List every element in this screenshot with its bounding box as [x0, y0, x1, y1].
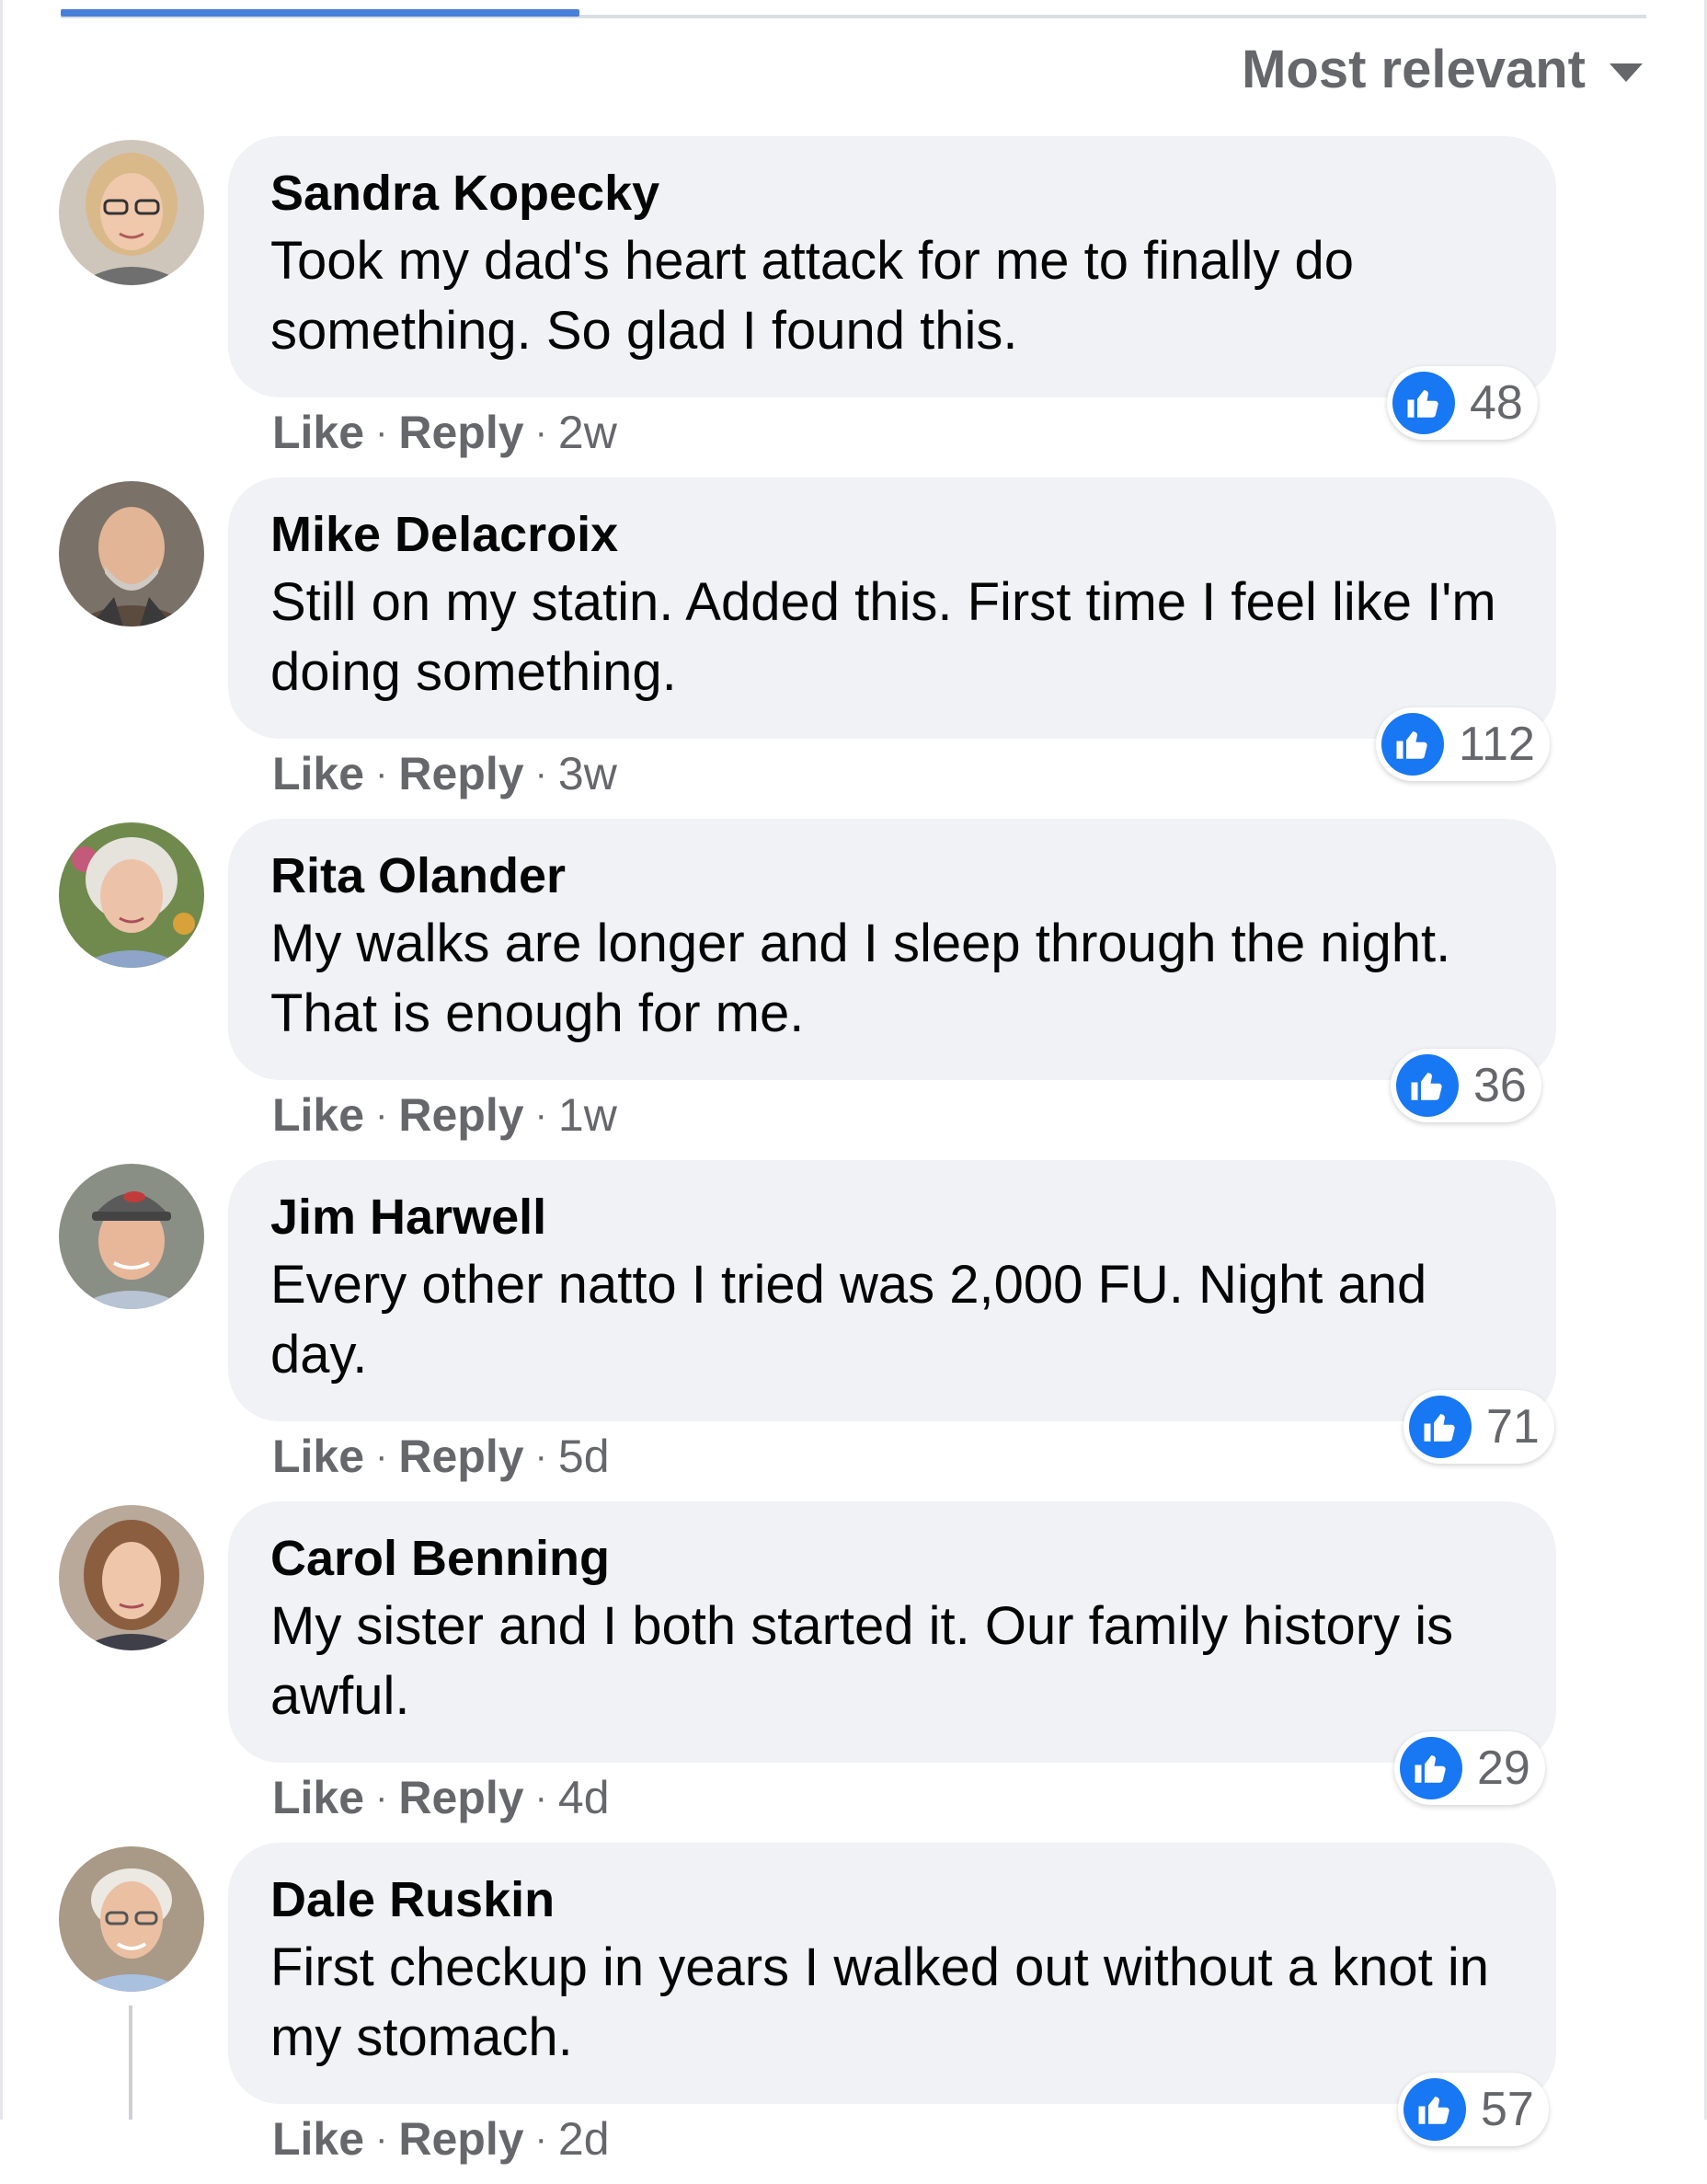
thumbs-up-icon: [1400, 1737, 1462, 1799]
reaction-count: 48: [1470, 376, 1523, 430]
separator-dot: ·: [375, 1436, 388, 1477]
comment-timestamp[interactable]: 3w: [558, 746, 617, 801]
comment-text: Still on my statin. Added this. First ti…: [270, 572, 1496, 702]
reaction-count-pill[interactable]: 36: [1391, 1049, 1541, 1122]
like-link[interactable]: Like: [272, 1770, 364, 1825]
comment-actions: Like · Reply · 5d: [272, 1429, 610, 1484]
comment-actions: Like · Reply · 1w: [272, 1087, 617, 1143]
avatar[interactable]: [59, 1846, 204, 1992]
separator-dot: ·: [534, 412, 547, 453]
reaction-count: 36: [1473, 1059, 1527, 1112]
reaction-count-pill[interactable]: 57: [1398, 2073, 1549, 2146]
reply-link[interactable]: Reply: [398, 405, 523, 460]
comment-list: Sandra Kopecky Took my dad's heart attac…: [0, 136, 1707, 2184]
sort-dropdown[interactable]: Most relevant: [1242, 37, 1643, 101]
comment-bubble: Jim Harwell Every other natto I tried wa…: [228, 1160, 1556, 1421]
reply-link[interactable]: Reply: [398, 2111, 523, 2167]
avatar[interactable]: [59, 140, 204, 285]
reply-link[interactable]: Reply: [398, 1087, 523, 1143]
comment-timestamp[interactable]: 2d: [558, 2111, 610, 2167]
comment-actions: Like · Reply · 2w: [272, 405, 617, 460]
avatar[interactable]: [59, 481, 204, 626]
comment-timestamp[interactable]: 4d: [558, 1770, 610, 1825]
reaction-count: 29: [1477, 1741, 1530, 1795]
separator-dot: ·: [534, 1777, 547, 1818]
comment-bubble: Rita Olander My walks are longer and I s…: [228, 819, 1556, 1080]
reply-thread-line: [129, 2006, 132, 2120]
chevron-down-icon: [1610, 63, 1643, 82]
comment-actions: Like · Reply · 4d: [272, 1770, 610, 1825]
comment-item: Mike Delacroix Still on my statin. Added…: [0, 477, 1707, 819]
avatar[interactable]: [59, 1164, 204, 1309]
thumbs-up-icon: [1381, 713, 1444, 776]
thumbs-up-icon: [1396, 1054, 1459, 1117]
separator-dot: ·: [375, 412, 388, 453]
like-link[interactable]: Like: [272, 746, 364, 801]
like-link[interactable]: Like: [272, 405, 364, 460]
comment-bubble: Dale Ruskin First checkup in years I wal…: [228, 1843, 1556, 2104]
comment-text: First checkup in years I walked out with…: [270, 1937, 1489, 2067]
comment-author[interactable]: Sandra Kopecky: [270, 164, 659, 223]
comment-actions: Like · Reply · 3w: [272, 746, 617, 801]
separator-dot: ·: [375, 1777, 388, 1818]
comment-timestamp[interactable]: 1w: [558, 1087, 617, 1143]
separator-dot: ·: [534, 2119, 547, 2159]
comment-timestamp[interactable]: 5d: [558, 1429, 610, 1484]
separator-dot: ·: [534, 1436, 547, 1477]
comment-timestamp[interactable]: 2w: [558, 405, 617, 460]
comment-item: Dale Ruskin First checkup in years I wal…: [0, 1843, 1707, 2184]
reaction-count-pill[interactable]: 29: [1394, 1731, 1545, 1805]
comment-author[interactable]: Dale Ruskin: [270, 1870, 555, 1929]
reaction-count: 112: [1459, 718, 1535, 771]
comment-author[interactable]: Mike Delacroix: [270, 505, 618, 564]
thumbs-up-icon: [1403, 2078, 1466, 2141]
avatar[interactable]: [59, 822, 204, 968]
comment-author[interactable]: Jim Harwell: [270, 1188, 546, 1247]
comment-item: Sandra Kopecky Took my dad's heart attac…: [0, 136, 1707, 477]
sort-label: Most relevant: [1242, 39, 1586, 99]
separator-dot: ·: [375, 1095, 388, 1135]
separator-dot: ·: [534, 753, 547, 794]
separator-dot: ·: [534, 1095, 547, 1135]
reaction-count-pill[interactable]: 112: [1376, 707, 1550, 781]
thumbs-up-icon: [1392, 372, 1455, 434]
reaction-count: 57: [1481, 2083, 1534, 2136]
comment-text: Every other natto I tried was 2,000 FU. …: [270, 1255, 1427, 1385]
reply-link[interactable]: Reply: [398, 746, 523, 801]
reaction-count-pill[interactable]: 48: [1387, 366, 1538, 440]
comment-item: Carol Benning My sister and I both start…: [0, 1501, 1707, 1843]
comment-text: Took my dad's heart attack for me to fin…: [270, 231, 1355, 361]
separator-dot: ·: [375, 753, 388, 794]
avatar[interactable]: [59, 1505, 204, 1650]
separator-dot: ·: [375, 2119, 388, 2159]
thumbs-up-icon: [1409, 1396, 1472, 1458]
comment-actions: Like · Reply · 2d: [272, 2111, 610, 2167]
like-link[interactable]: Like: [272, 2111, 364, 2167]
comment-author[interactable]: Carol Benning: [270, 1529, 610, 1588]
reply-link[interactable]: Reply: [398, 1770, 523, 1825]
comment-text: My sister and I both started it. Our fam…: [270, 1596, 1454, 1726]
comment-item: Jim Harwell Every other natto I tried wa…: [0, 1160, 1707, 1501]
reaction-count-pill[interactable]: 71: [1403, 1390, 1554, 1464]
comment-item: Rita Olander My walks are longer and I s…: [0, 819, 1707, 1160]
reaction-count: 71: [1486, 1400, 1540, 1454]
comment-bubble: Sandra Kopecky Took my dad's heart attac…: [228, 136, 1556, 397]
reply-link[interactable]: Reply: [398, 1429, 523, 1484]
comment-bubble: Carol Benning My sister and I both start…: [228, 1501, 1556, 1763]
tab-active-indicator: [61, 9, 579, 17]
comment-bubble: Mike Delacroix Still on my statin. Added…: [228, 477, 1556, 739]
like-link[interactable]: Like: [272, 1429, 364, 1484]
comment-author[interactable]: Rita Olander: [270, 846, 566, 905]
like-link[interactable]: Like: [272, 1087, 364, 1143]
comment-text: My walks are longer and I sleep through …: [270, 914, 1451, 1043]
